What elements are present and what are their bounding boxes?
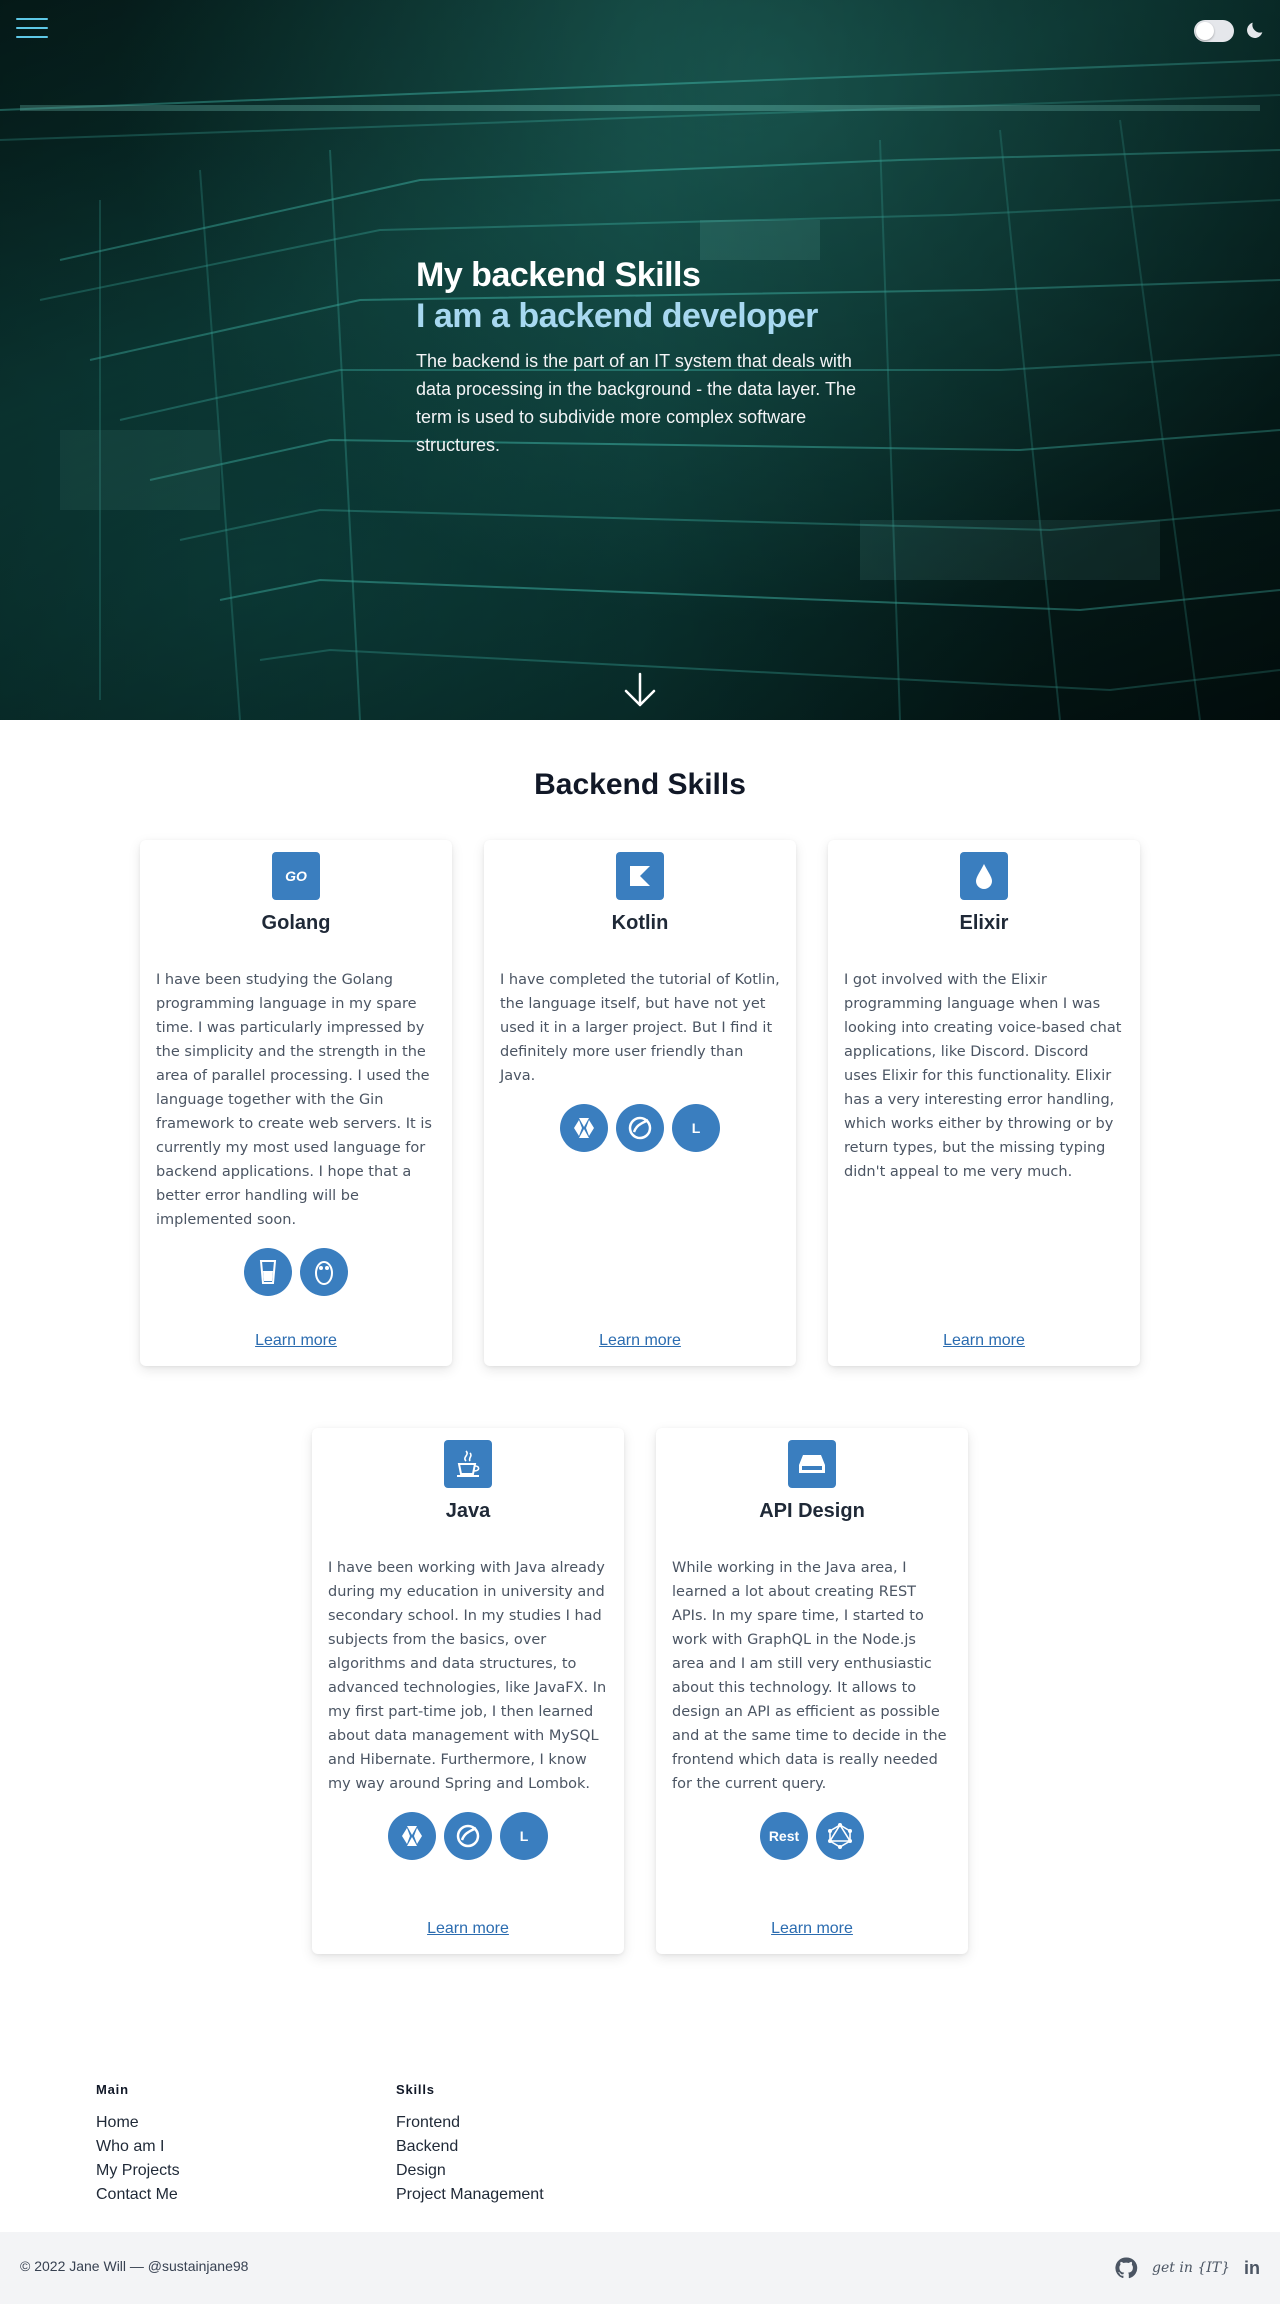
- skill-card-kotlin: Kotlin I have completed the tutorial of …: [484, 840, 796, 1366]
- skill-card-java: Java I have been working with Java alrea…: [312, 1428, 624, 1954]
- tech-row: Rest: [672, 1812, 952, 1860]
- footer-heading-skills: Skills: [396, 2082, 435, 2097]
- learn-more-link[interactable]: Learn more: [484, 1332, 796, 1350]
- skills-cards: GO Golang I have been studying the Golan…: [0, 802, 1280, 2062]
- kotlin-icon: [616, 852, 664, 900]
- footer-heading-main: Main: [96, 2082, 129, 2097]
- skill-title: Java: [445, 1500, 491, 1522]
- skill-description: I have been studying the Golang programm…: [156, 972, 432, 1228]
- social-links: get in {IT} in: [1114, 2256, 1260, 2280]
- footer-link-contact-me[interactable]: Contact Me: [96, 2183, 180, 2207]
- spring-icon[interactable]: [444, 1812, 492, 1860]
- learn-more-link[interactable]: Learn more: [828, 1332, 1140, 1350]
- skill-title: Golang: [261, 912, 331, 934]
- footer-link-design[interactable]: Design: [396, 2159, 544, 2183]
- footer-link-my-projects[interactable]: My Projects: [96, 2159, 180, 2183]
- footer-links: Main Home Who am I My Projects Contact M…: [0, 2062, 1280, 2232]
- tech-row: L: [500, 1104, 780, 1152]
- skill-description: I have completed the tutorial of Kotlin,…: [500, 972, 780, 1084]
- tech-row: [156, 1248, 436, 1296]
- elixir-drop-icon: [960, 852, 1008, 900]
- hero-title: My backend Skills: [416, 256, 701, 294]
- linkedin-icon[interactable]: in: [1244, 2258, 1260, 2279]
- learn-more-link[interactable]: Learn more: [312, 1920, 624, 1938]
- learn-more-link[interactable]: Learn more: [656, 1920, 968, 1938]
- footer-link-backend[interactable]: Backend: [396, 2135, 544, 2159]
- skill-title: API Design: [759, 1500, 865, 1522]
- go-icon: GO: [272, 852, 320, 900]
- lombok-icon[interactable]: L: [672, 1104, 720, 1152]
- section-title: Backend Skills: [534, 768, 746, 801]
- footer-bar: © 2022 Jane Will — @sustainjane98 get in…: [0, 2232, 1280, 2304]
- skill-description: I got involved with the Elixir programmi…: [844, 972, 1122, 1180]
- theme-toggle[interactable]: [1194, 20, 1234, 42]
- footer-main-column: Main Home Who am I My Projects Contact M…: [96, 2082, 180, 2207]
- java-cup-icon: [444, 1440, 492, 1488]
- hero-subtitle: I am a backend developer: [416, 297, 818, 335]
- skill-card-golang: GO Golang I have been studying the Golan…: [140, 840, 452, 1366]
- hibernate-icon[interactable]: [560, 1104, 608, 1152]
- skill-card-api-design: API Design While working in the Java are…: [656, 1428, 968, 1954]
- tech-row: L: [328, 1812, 608, 1860]
- getinit-icon[interactable]: get in {IT}: [1152, 2260, 1230, 2276]
- toggle-knob: [1196, 22, 1214, 40]
- gopher-icon[interactable]: [300, 1248, 348, 1296]
- gin-icon[interactable]: [244, 1248, 292, 1296]
- skill-title: Kotlin: [611, 912, 669, 934]
- skill-card-elixir: Elixir I got involved with the Elixir pr…: [828, 840, 1140, 1366]
- footer-link-who-am-i[interactable]: Who am I: [96, 2135, 180, 2159]
- footer: Main Home Who am I My Projects Contact M…: [0, 2062, 1280, 2304]
- graphql-icon[interactable]: [816, 1812, 864, 1860]
- rest-icon[interactable]: Rest: [760, 1812, 808, 1860]
- learn-more-link[interactable]: Learn more: [140, 1332, 452, 1350]
- hero-text: My backend Skills I am a backend develop…: [416, 255, 856, 459]
- footer-link-home[interactable]: Home: [96, 2111, 180, 2135]
- footer-skills-column: Skills Frontend Backend Design Project M…: [396, 2082, 544, 2207]
- footer-link-frontend[interactable]: Frontend: [396, 2111, 544, 2135]
- github-icon[interactable]: [1114, 2256, 1138, 2280]
- spring-icon[interactable]: [616, 1104, 664, 1152]
- server-icon: [788, 1440, 836, 1488]
- skill-description: While working in the Java area, I learne…: [672, 1560, 947, 1792]
- moon-icon[interactable]: [1244, 19, 1266, 41]
- footer-link-project-management[interactable]: Project Management: [396, 2183, 544, 2207]
- hibernate-icon[interactable]: [388, 1812, 436, 1860]
- copyright: © 2022 Jane Will — @sustainjane98: [20, 2258, 249, 2274]
- arrow-down-icon[interactable]: [623, 672, 657, 708]
- hero-description: The backend is the part of an IT system …: [416, 351, 856, 455]
- skill-title: Elixir: [959, 912, 1009, 934]
- hero-section: My backend Skills I am a backend develop…: [0, 0, 1280, 720]
- lombok-icon[interactable]: L: [500, 1812, 548, 1860]
- hamburger-icon[interactable]: [16, 18, 48, 44]
- skill-description: I have been working with Java already du…: [328, 1560, 607, 1792]
